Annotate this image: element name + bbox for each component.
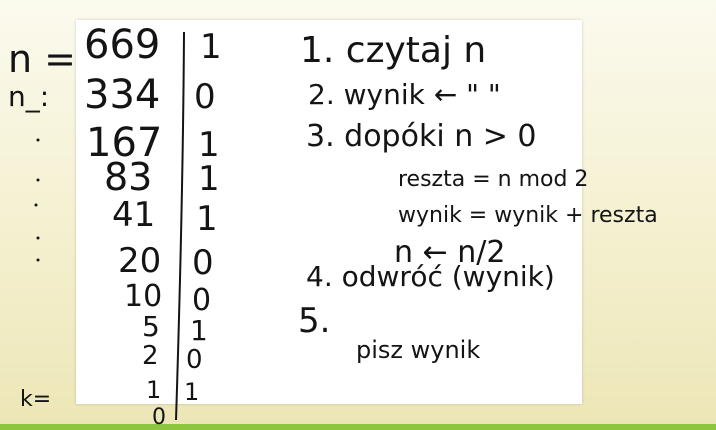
n-label-top: n =	[8, 37, 76, 81]
step-4: 4. odwróć (wynik)	[306, 260, 555, 293]
binary-table: 669 1 334 0 167 1 83 1 41 1 20 0 10 0 5 …	[84, 22, 222, 430]
table-divider-line	[175, 31, 185, 421]
k-label-bottom: k=	[20, 387, 51, 412]
algorithm-steps: 1. czytaj n 2. wynik ← " " 3. dopóki n >…	[298, 30, 658, 364]
margin-dots	[34, 138, 40, 262]
step-5: 5.	[298, 301, 330, 341]
value-cell: 83	[104, 155, 152, 199]
step-5-body: pisz wynik	[356, 336, 480, 364]
value-cell: 10	[124, 279, 162, 314]
value-cell: 20	[118, 241, 161, 281]
bit-cell: 0	[194, 77, 216, 117]
value-cell: 5	[142, 310, 160, 343]
bit-cell: 0	[192, 243, 214, 283]
step-3-line-1: reszta = n mod 2	[398, 167, 588, 192]
handwriting-layer: n = n_: k= 669 1 334 0 167 1 83 1 41 1 2…	[8, 22, 658, 430]
value-cell: 41	[112, 195, 155, 235]
bit-cell: 1	[196, 199, 218, 239]
n-label-second: n_:	[8, 80, 49, 113]
value-cell: 334	[84, 72, 160, 118]
step-1: 1. czytaj n	[300, 30, 486, 71]
value-cell: 2	[142, 341, 159, 371]
bit-cell: 1	[198, 159, 220, 199]
value-cell: 669	[84, 22, 160, 68]
bit-cell: 1	[200, 27, 222, 67]
bit-cell: 0	[192, 283, 211, 318]
bit-cell: 0	[186, 345, 203, 375]
step-2: 2. wynik ← " "	[308, 78, 501, 111]
step-3-line-2: wynik = wynik + reszta	[398, 203, 658, 228]
bit-cell: 1	[190, 314, 208, 347]
value-cell: 1	[146, 376, 161, 404]
value-cell: 0	[152, 405, 166, 430]
bit-cell: 1	[184, 378, 199, 406]
step-3: 3. dopóki n > 0	[306, 119, 537, 154]
